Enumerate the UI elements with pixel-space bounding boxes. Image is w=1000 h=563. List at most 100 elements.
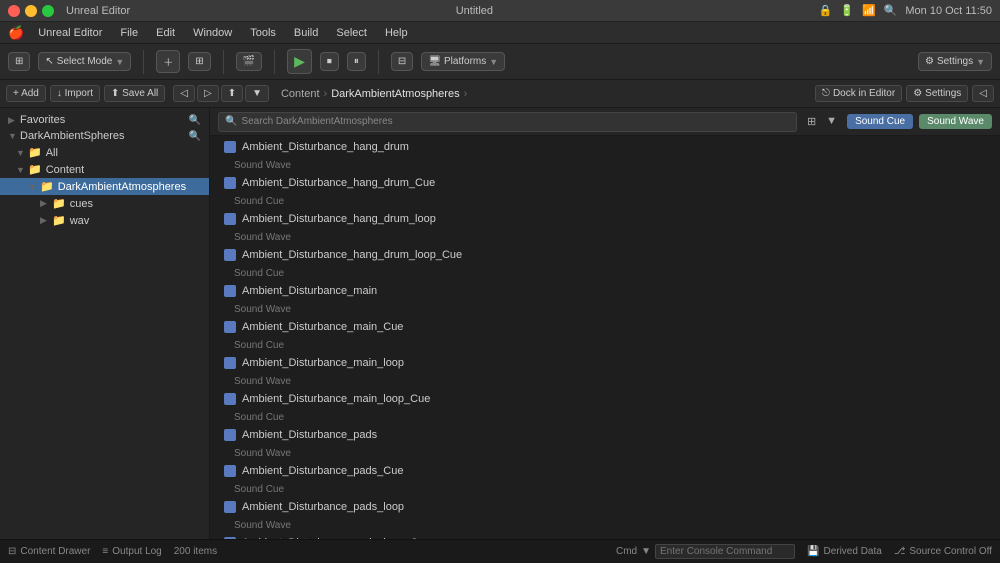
all-folder-icon: 📁 [28,146,42,159]
select-mode-button[interactable]: ↖ Select Mode ▼ [38,52,131,71]
sidebar-item-content[interactable]: ▼ 📁 Content [0,161,209,178]
console-command-input[interactable] [655,544,795,559]
menu-help[interactable]: Help [377,25,416,41]
pause-button[interactable]: ⏸ [347,52,366,71]
expand-content-icon: ▼ [16,165,24,175]
file-item[interactable]: Ambient_Disturbance_hang_drum_Cue [210,174,1000,192]
dock-in-editor-button[interactable]: ⎋ Dock in Editor [815,85,902,102]
wifi-icon: 📶 [862,4,876,17]
source-control-status[interactable]: ⎇ Source Control Off [894,544,992,559]
add-button[interactable]: + Add [6,85,46,102]
file-item[interactable]: Ambient_Disturbance_pads_Cue [210,462,1000,480]
filter-down-icon[interactable]: ▼ [822,115,841,128]
file-item[interactable]: Ambient_Disturbance_hang_drum_loop [210,210,1000,228]
file-item[interactable]: Ambient_Disturbance_main_Cue [210,318,1000,336]
file-sub-type: Sound Wave [234,376,291,387]
file-item[interactable]: Ambient_Disturbance_pads [210,426,1000,444]
file-item[interactable]: Sound Wave [210,444,1000,462]
platforms-chevron: ▼ [489,57,498,67]
layout-button[interactable]: ⊟ [391,52,413,71]
file-item[interactable]: Ambient_Disturbance_main_loop [210,354,1000,372]
close-button[interactable] [8,5,20,17]
cmd-input-group[interactable]: Cmd ▼ [616,544,795,559]
file-item[interactable]: Sound Wave [210,228,1000,246]
file-type-icon [222,247,238,263]
sidebar-item-all[interactable]: ▼ 📁 All [0,144,209,161]
file-item[interactable]: Ambient_Disturbance_pads_loop_Cue [210,534,1000,539]
file-item[interactable]: Ambient_Disturbance_hang_drum [210,138,1000,156]
menu-unreal-editor[interactable]: Unreal Editor [30,25,110,41]
menu-window[interactable]: Window [185,25,240,41]
file-item[interactable]: Sound Cue [210,336,1000,354]
content-settings-icon: ⚙ [913,88,922,99]
file-item[interactable]: Sound Cue [210,408,1000,426]
apple-menu[interactable]: 🍎 [8,25,24,41]
content-folder-icon: 📁 [28,163,42,176]
file-name: Ambient_Disturbance_main_Cue [242,321,403,333]
file-sub-type: Sound Cue [234,484,284,495]
import-button[interactable]: ↓ Import [50,85,100,102]
search-box[interactable]: 🔍 Search DarkAmbientAtmospheres [218,112,797,132]
output-log-status[interactable]: ≡ Output Log [102,546,161,557]
sidebar-item-wav[interactable]: ▶ 📁 wav [0,212,209,229]
minimize-button[interactable] [25,5,37,17]
separator-3 [274,50,275,74]
platforms-label: Platforms [444,56,486,67]
file-name: Ambient_Disturbance_main_loop [242,357,404,369]
favorites-search-icon[interactable]: 🔍 [189,115,201,126]
content-drawer-status[interactable]: ⊟ Content Drawer [8,546,90,557]
sidebar-item-favorites[interactable]: ▶ Favorites 🔍 [0,112,209,128]
file-item[interactable]: Sound Wave [210,300,1000,318]
gear-icon: ⚙ [925,56,934,67]
title-bar: Unreal Editor Untitled 🔒 🔋 📶 🔍 Mon 10 Oc… [0,0,1000,22]
play-button[interactable]: ▶ [287,49,312,74]
filter-tag-sound-cue[interactable]: Sound Cue [847,114,913,129]
up-button[interactable]: ⬆ [221,85,243,102]
das-label: DarkAmbientSpheres [20,130,125,142]
file-item[interactable]: Sound Wave [210,156,1000,174]
save-all-button[interactable]: ⬆ Save All [104,85,165,102]
filter-tag-sound-wave[interactable]: Sound Wave [919,114,992,129]
collapse-panel-button[interactable]: ◁ [972,85,994,102]
file-item[interactable]: Ambient_Disturbance_main_loop_Cue [210,390,1000,408]
cinematics-button[interactable]: 🎬 [236,52,262,71]
content-settings-button[interactable]: ⚙ Settings [906,85,968,102]
cues-folder-icon: 📁 [52,197,66,210]
file-type-icon [222,499,238,515]
sidebar-item-darkambientspheres[interactable]: ▼ DarkAmbientSpheres 🔍 [0,128,209,144]
file-item[interactable]: Ambient_Disturbance_pads_loop [210,498,1000,516]
history-button[interactable]: ▼ [245,85,269,102]
derived-data-status[interactable]: 💾 Derived Data [807,544,882,559]
expand-all-icon: ▼ [16,148,24,158]
file-item[interactable]: Ambient_Disturbance_hang_drum_loop_Cue [210,246,1000,264]
add-btn-label: + Add [13,88,39,99]
file-item[interactable]: Sound Wave [210,372,1000,390]
menu-file[interactable]: File [112,25,146,41]
settings-button[interactable]: ⚙ Settings ▼ [918,52,992,71]
stop-button[interactable]: ⏹ [320,52,339,71]
file-type-icon [222,427,238,443]
maximize-button[interactable] [42,5,54,17]
file-type-icon [222,283,238,299]
menu-select[interactable]: Select [328,25,375,41]
add-actor-button[interactable]: ＋ [156,50,180,73]
menu-edit[interactable]: Edit [148,25,183,41]
file-item[interactable]: Sound Cue [210,480,1000,498]
menu-build[interactable]: Build [286,25,326,41]
filter-options-icon[interactable]: ⊞ [803,115,820,128]
menu-tools[interactable]: Tools [242,25,284,41]
file-item[interactable]: Sound Wave [210,516,1000,534]
breadcrumb-root[interactable]: Content [281,88,320,100]
breadcrumb-sep-1: › [324,88,328,100]
das-search-icon[interactable]: 🔍 [189,131,201,142]
forward-button[interactable]: ▷ [197,85,219,102]
platforms-button[interactable]: 🖥 Platforms ▼ [421,52,505,71]
sidebar-item-cues[interactable]: ▶ 📁 cues [0,195,209,212]
content-drawer-toggle[interactable]: ⊞ [8,52,30,71]
sidebar-item-darkambientatmospheres[interactable]: ▼ 📁 DarkAmbientAtmospheres [0,178,209,195]
grid-button[interactable]: ⊞ [188,52,210,71]
file-item[interactable]: Ambient_Disturbance_main [210,282,1000,300]
back-button[interactable]: ◁ [173,85,195,102]
file-item[interactable]: Sound Cue [210,192,1000,210]
file-item[interactable]: Sound Cue [210,264,1000,282]
